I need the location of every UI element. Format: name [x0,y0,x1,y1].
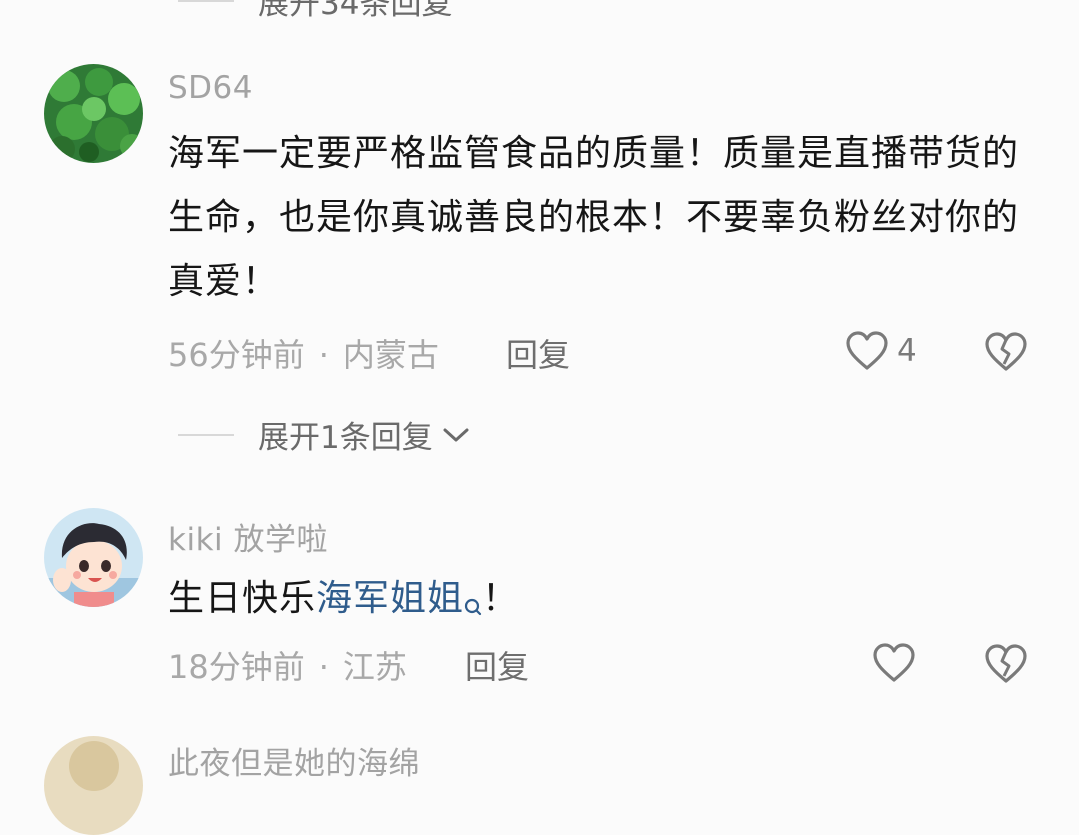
comment-text: 生日快乐海军姐姐 ！ [168,567,1048,639]
avatar[interactable] [44,736,143,835]
expand-replies-label: 展开34条回复 [258,0,453,22]
search-icon [464,575,482,639]
like-button[interactable] [872,642,916,684]
avatar-image [44,508,143,607]
chevron-down-icon [441,417,471,453]
reply-button[interactable]: 回复 [465,642,529,688]
dislike-icon [984,643,1028,685]
meta-separator: · [318,336,329,374]
expand-replies-top[interactable]: 展开34条回复 [178,0,452,23]
comment-text-plain: ！ [482,578,520,619]
avatar-image [44,64,143,163]
comment-time: 18分钟前 [168,648,305,686]
like-button[interactable]: 4 [845,330,917,372]
comment-location: 江苏 [342,648,407,686]
comment-username[interactable]: 此夜但是她的海绵 [168,738,420,783]
divider-line [178,0,234,2]
avatar[interactable] [44,64,143,163]
search-link[interactable]: 海军姐姐 [316,578,482,619]
avatar-image [44,736,143,835]
meta-separator: · [318,648,329,686]
dislike-icon [984,331,1028,373]
comment-meta: 56分钟前 · 内蒙古 [168,330,439,376]
reply-button[interactable]: 回复 [506,330,570,376]
search-link-text: 海军姐姐 [316,578,465,619]
comment-text-plain: 生日快乐 [168,578,317,619]
comment-location: 内蒙古 [342,336,439,374]
dislike-button[interactable] [984,331,1028,373]
comment-username[interactable]: kiki 放学啦 [168,514,328,559]
dislike-button[interactable] [984,643,1028,685]
comment-time: 56分钟前 [168,336,305,374]
like-count: 4 [897,333,917,369]
expand-replies-label: 展开1条回复 [258,420,433,456]
heart-icon [872,642,916,684]
comment-text: 海军一定要严格监管食品的质量！质量是直播带货的生命，也是你真诚善良的根本！不要辜… [168,133,1020,302]
expand-replies-button[interactable]: 展开1条回复 [178,412,471,457]
comment-username[interactable]: SD64 [168,70,253,106]
comment-meta: 18分钟前 · 江苏 [168,642,407,688]
heart-icon [845,330,889,372]
avatar[interactable] [44,508,143,607]
divider-line [178,433,234,436]
